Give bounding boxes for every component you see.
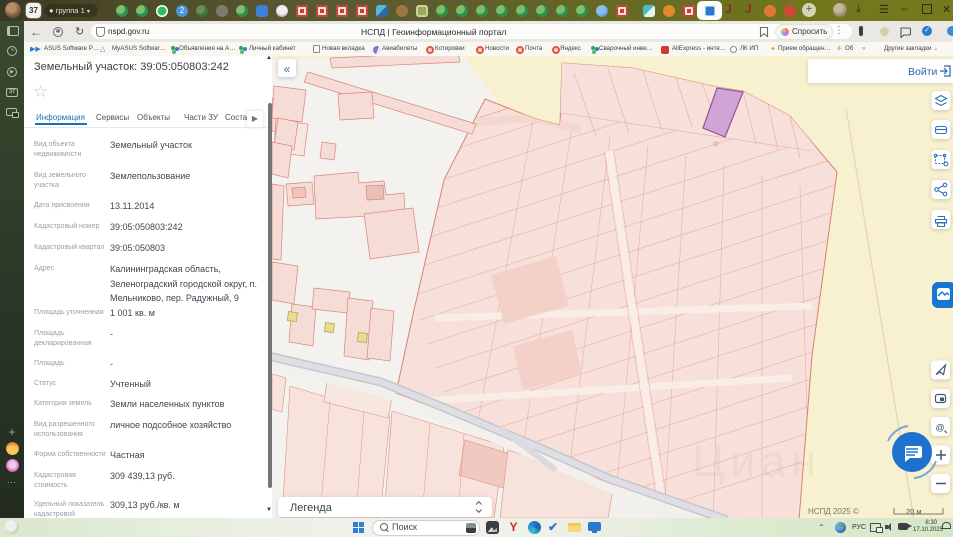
svg-text:Циан: Циан xyxy=(692,437,822,486)
svg-text:@: @ xyxy=(936,423,945,433)
svg-text:20 м: 20 м xyxy=(906,507,922,516)
svg-text:НСПД 2025 ©: НСПД 2025 © xyxy=(808,507,859,516)
svg-text:Войти: Войти xyxy=(908,66,938,78)
svg-text:«: « xyxy=(284,62,291,76)
svg-text:Легенда: Легенда xyxy=(290,502,333,514)
